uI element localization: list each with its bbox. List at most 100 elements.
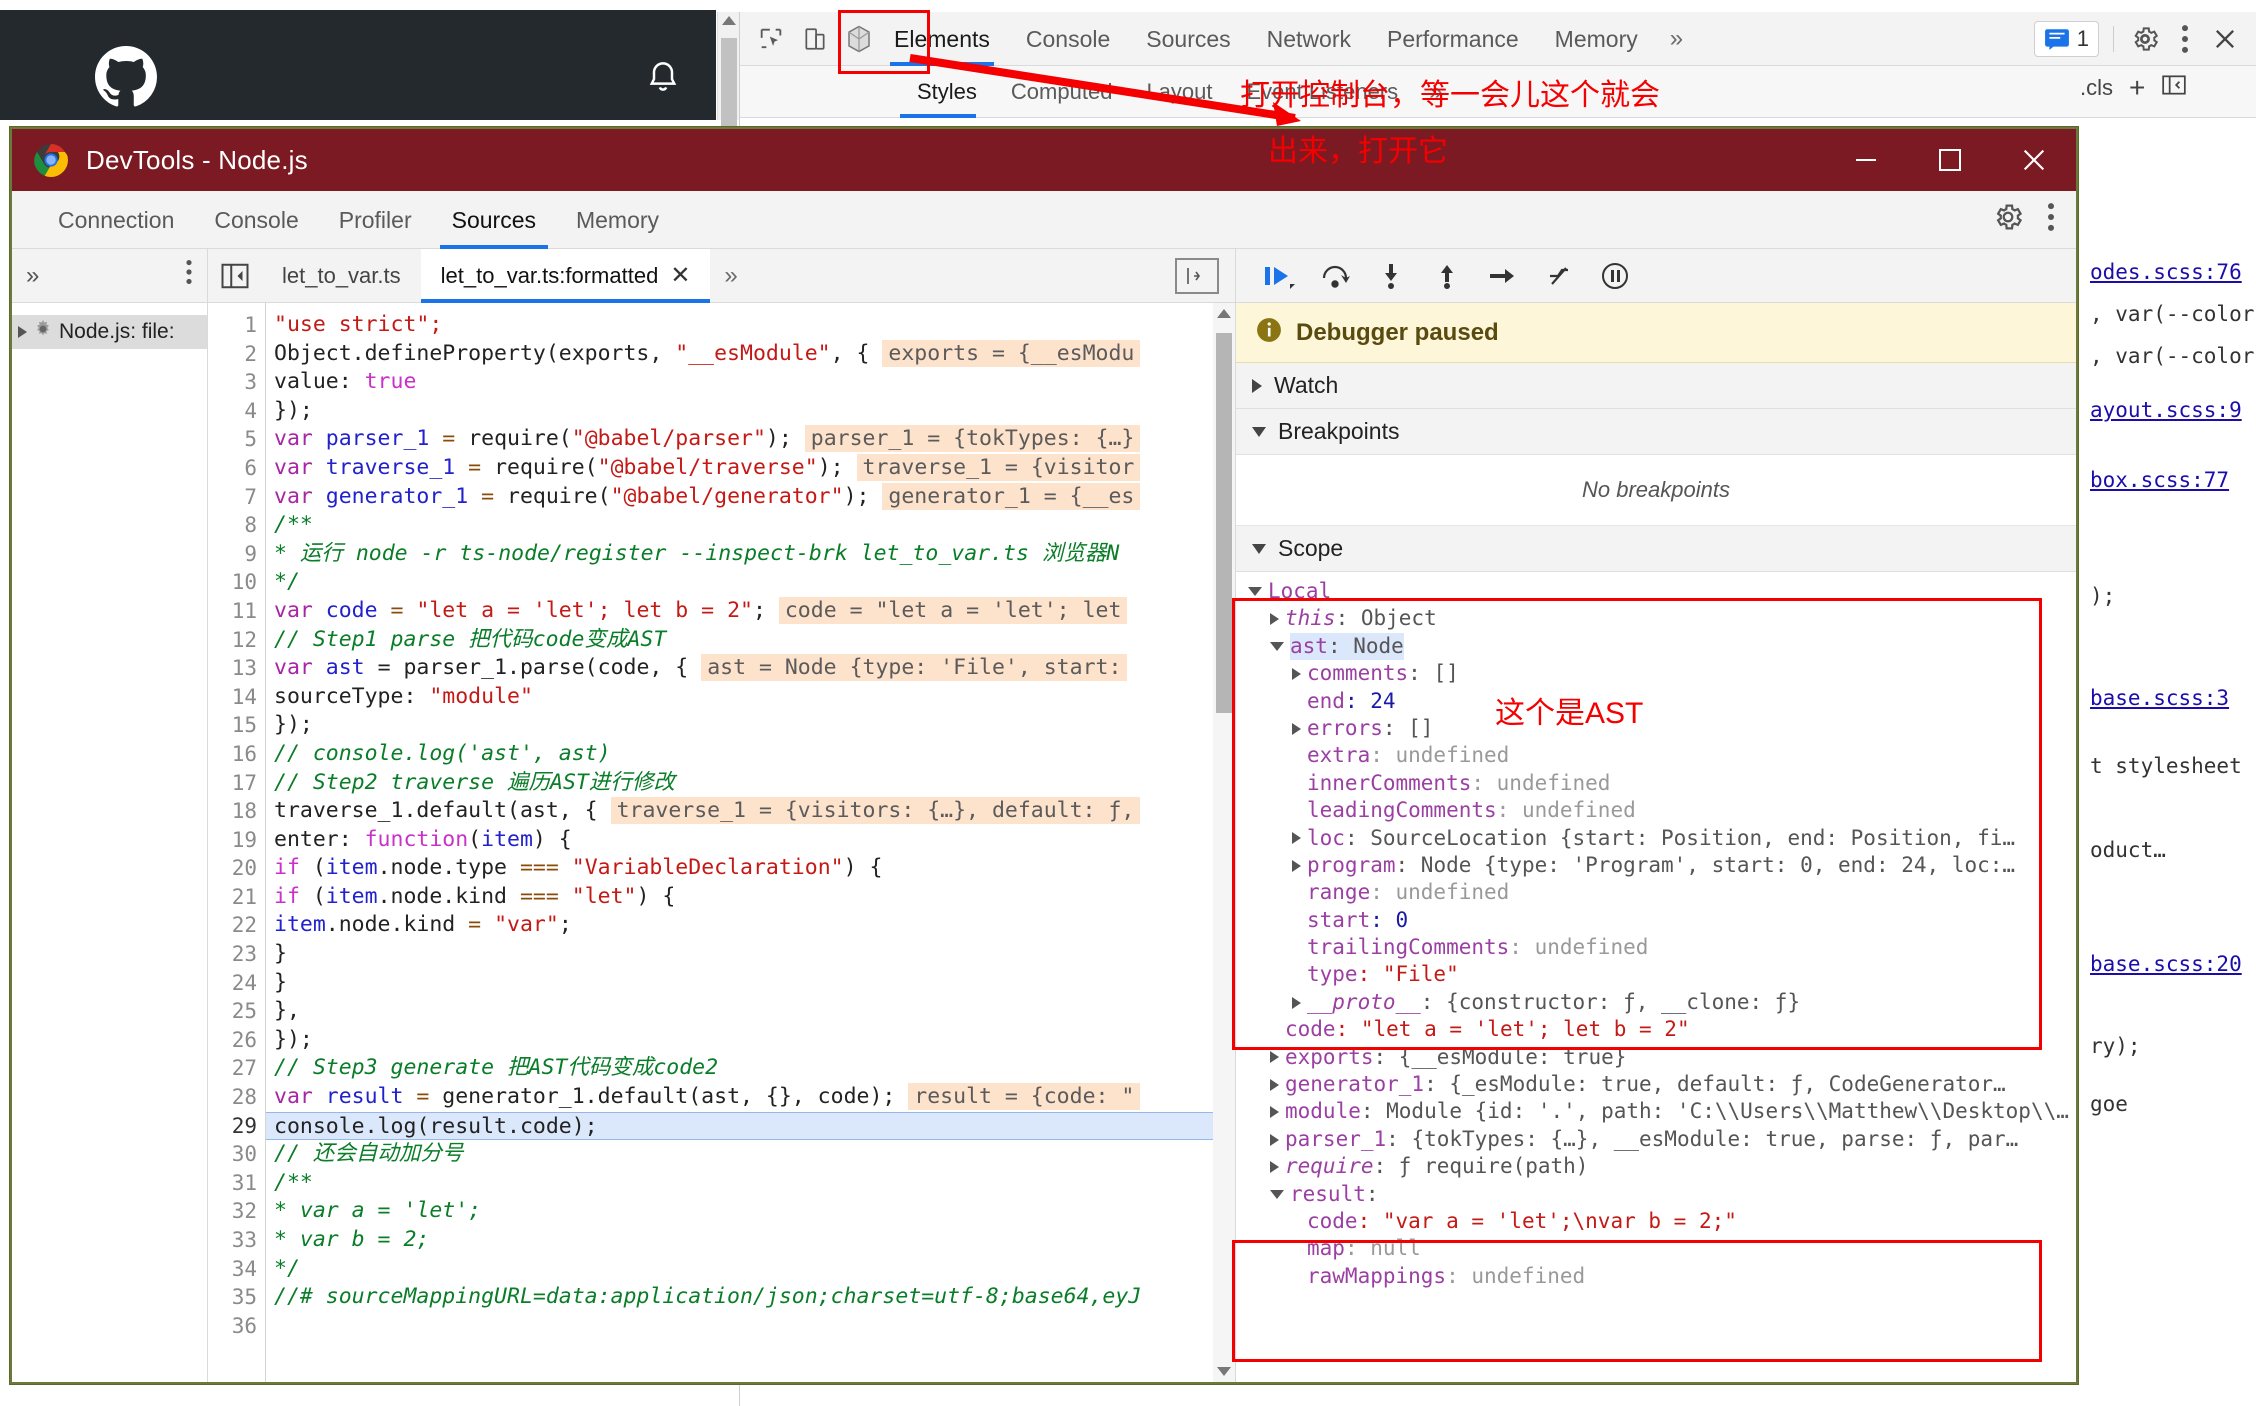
line-number[interactable]: 9	[208, 540, 257, 569]
style-source-link[interactable]: odes.scss:76	[2090, 260, 2242, 284]
pause-on-exceptions-icon[interactable]	[1592, 256, 1638, 296]
chevron-right-double-icon[interactable]: »	[26, 262, 39, 290]
close-icon[interactable]	[2208, 22, 2242, 56]
code-line[interactable]: var ast = parser_1.parse(code, { ast = N…	[266, 654, 1235, 683]
line-number[interactable]: 8	[208, 511, 257, 540]
line-number[interactable]: 13	[208, 654, 257, 683]
code-line[interactable]: });	[266, 397, 1235, 426]
minimize-icon[interactable]	[1824, 129, 1908, 191]
line-number[interactable]: 19	[208, 826, 257, 855]
collapsed-triangle-icon[interactable]	[1270, 1106, 1279, 1119]
line-number[interactable]: 4	[208, 397, 257, 426]
collapsed-triangle-icon[interactable]	[1270, 1160, 1279, 1173]
line-number[interactable]: 14	[208, 683, 257, 712]
scope-row[interactable]: module: Module {id: '.', path: 'C:\\User…	[1236, 1098, 2076, 1125]
scroll-down-arrow-icon[interactable]	[1217, 1367, 1231, 1376]
tab-connection[interactable]: Connection	[38, 191, 194, 249]
scope-row[interactable]: rawMappings: undefined	[1236, 1263, 2076, 1290]
line-number[interactable]: 15	[208, 711, 257, 740]
code-line[interactable]: sourceType: "module"	[266, 683, 1235, 712]
code-lines[interactable]: "use strict"; Object.defineProperty(expor…	[266, 303, 1235, 1382]
scrollbar-thumb[interactable]	[721, 38, 737, 128]
code-line[interactable]: });	[266, 1026, 1235, 1055]
scope-row[interactable]: leadingComments: undefined	[1236, 797, 2076, 824]
line-number[interactable]: 30	[208, 1140, 257, 1169]
line-number[interactable]: 31	[208, 1169, 257, 1198]
line-number[interactable]: 1	[208, 311, 257, 340]
code-line[interactable]: if (item.node.kind === "let") {	[266, 883, 1235, 912]
code-line[interactable]: var result = generator_1.default(ast, {}…	[266, 1083, 1235, 1112]
line-number[interactable]: 23	[208, 940, 257, 969]
line-number[interactable]: 27	[208, 1054, 257, 1083]
file-tabs-overflow-chevron-icon[interactable]: »	[710, 262, 751, 290]
device-toolbar-icon[interactable]	[798, 22, 832, 56]
code-line[interactable]: /**	[266, 511, 1235, 540]
more-vertical-icon[interactable]	[2046, 202, 2056, 237]
collapsed-triangle-icon[interactable]	[1270, 1078, 1279, 1091]
style-source-link[interactable]: ayout.scss:9	[2090, 398, 2242, 422]
window-title-bar[interactable]: DevTools - Node.js	[12, 129, 2076, 191]
scope-row[interactable]: code: "let a = 'let'; let b = 2"	[1236, 1016, 2076, 1043]
line-number[interactable]: 34	[208, 1255, 257, 1284]
tab-network[interactable]: Network	[1249, 12, 1369, 66]
notification-bell-icon[interactable]	[645, 58, 681, 98]
tree-node-nodejs[interactable]: Node.js: file:	[12, 315, 207, 349]
pretty-print-icon[interactable]	[1175, 257, 1219, 294]
scope-row[interactable]: require: ƒ require(path)	[1236, 1153, 2076, 1180]
tab-memory[interactable]: Memory	[556, 191, 679, 249]
code-line[interactable]: */	[266, 568, 1235, 597]
expanded-triangle-icon[interactable]	[1270, 1189, 1284, 1199]
collapsed-triangle-icon[interactable]	[1292, 996, 1301, 1009]
subtab-event-listeners[interactable]: Event Listeners	[1230, 66, 1416, 118]
line-number[interactable]: 29	[208, 1112, 257, 1141]
code-line[interactable]: Object.defineProperty(exports, "__esModu…	[266, 339, 1235, 369]
console-message-badge[interactable]: 1	[2033, 20, 2099, 57]
line-number[interactable]: 2	[208, 340, 257, 369]
line-number[interactable]: 17	[208, 769, 257, 798]
more-vertical-icon[interactable]	[185, 259, 193, 292]
style-source-link[interactable]: base.scss:20	[2090, 952, 2242, 976]
inspect-element-icon[interactable]	[754, 22, 788, 56]
scope-row[interactable]: __proto__: {constructor: ƒ, __clone: ƒ}	[1236, 989, 2076, 1016]
code-line[interactable]: var parser_1 = require("@babel/parser");…	[266, 425, 1235, 454]
code-line[interactable]: // Step3 generate 把AST代码变成code2	[266, 1054, 1235, 1083]
scope-tree[interactable]: Local this: Object ast: Node comments: [] en…	[1236, 572, 2076, 1382]
tab-sources[interactable]: Sources	[1128, 12, 1248, 66]
more-vertical-icon[interactable]	[2168, 22, 2202, 56]
scope-row[interactable]: exports: {__esModule: true}	[1236, 1044, 2076, 1071]
line-number[interactable]: 22	[208, 911, 257, 940]
code-line[interactable]: // Step1 parse 把代码code变成AST	[266, 626, 1235, 655]
tab-elements[interactable]: Elements	[876, 12, 1008, 66]
cube-3d-icon[interactable]	[842, 22, 876, 56]
subtab-styles[interactable]: Styles	[900, 66, 994, 118]
code-line[interactable]: }	[266, 940, 1235, 969]
code-line[interactable]	[266, 1312, 1235, 1341]
line-number[interactable]: 3	[208, 368, 257, 397]
line-number[interactable]: 20	[208, 854, 257, 883]
style-source-link[interactable]: base.scss:3	[2090, 686, 2229, 710]
line-number[interactable]: 7	[208, 483, 257, 512]
gear-icon[interactable]	[1992, 201, 2024, 238]
scope-row[interactable]: range: undefined	[1236, 879, 2076, 906]
cls-button[interactable]: .cls	[2080, 75, 2113, 101]
code-line[interactable]: enter: function(item) {	[266, 826, 1235, 855]
tabs-overflow-chevron-icon[interactable]: »	[1656, 25, 1697, 53]
expand-triangle-icon[interactable]	[1252, 426, 1266, 437]
file-tab-let-to-var[interactable]: let_to_var.ts	[262, 249, 421, 303]
code-line[interactable]: traverse_1.default(ast, { traverse_1 = {…	[266, 797, 1235, 826]
scope-row[interactable]: start: 0	[1236, 907, 2076, 934]
scope-row[interactable]: innerComments: undefined	[1236, 770, 2076, 797]
code-line[interactable]: console.log(result.code);	[266, 1111, 1235, 1141]
collapsed-triangle-icon[interactable]	[1292, 722, 1301, 735]
subtabs-overflow-chevron-icon[interactable]: »	[1415, 78, 1456, 106]
scope-row[interactable]: generator_1: {_esModule: true, default: …	[1236, 1071, 2076, 1098]
scope-row[interactable]: type: "File"	[1236, 961, 2076, 988]
line-number[interactable]: 32	[208, 1197, 257, 1226]
line-number[interactable]: 16	[208, 740, 257, 769]
code-line[interactable]: * 运行 node -r ts-node/register --inspect-…	[266, 540, 1235, 569]
scope-row[interactable]: comments: []	[1236, 660, 2076, 687]
maximize-icon[interactable]	[1908, 129, 1992, 191]
line-number[interactable]: 24	[208, 969, 257, 998]
scope-row[interactable]: map: null	[1236, 1235, 2076, 1262]
tab-memory[interactable]: Memory	[1537, 12, 1656, 66]
